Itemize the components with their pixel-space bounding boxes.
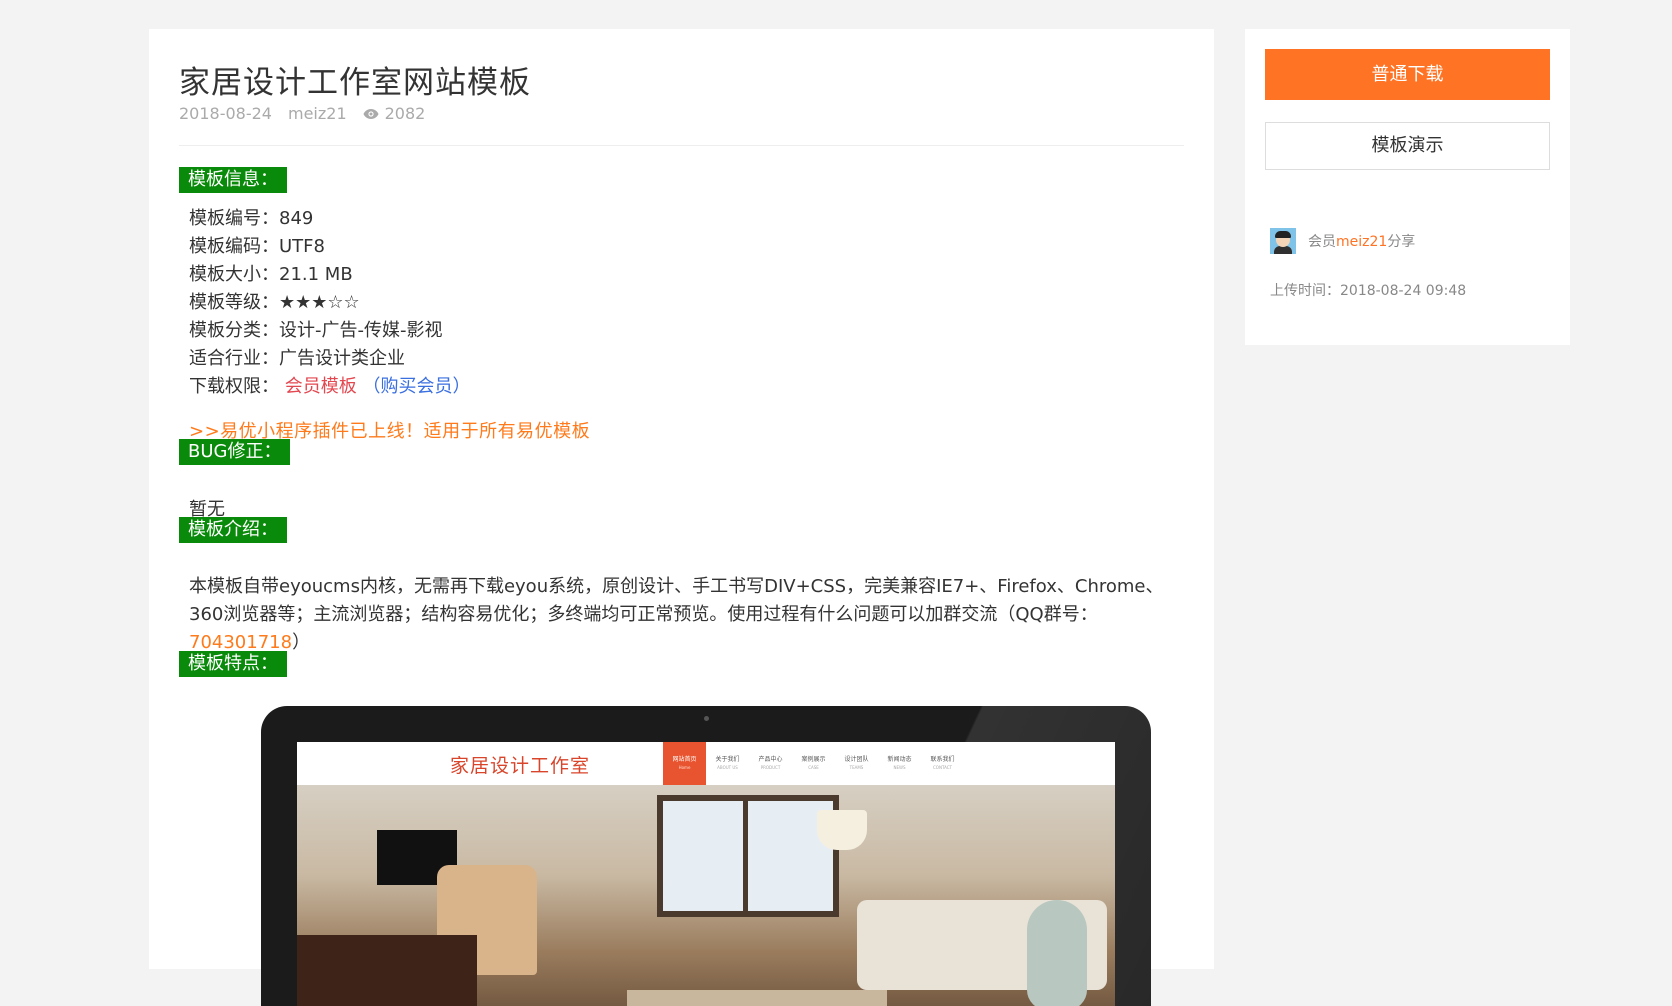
buy-open-paren: （ — [362, 376, 381, 397]
info-number: 模板编号：849 — [189, 208, 314, 229]
info-industry: 适合行业：广告设计类企业 — [189, 348, 405, 369]
upload-time: 上传时间：2018-08-24 09:48 — [1270, 283, 1467, 299]
permission-value: 会员模板 — [284, 376, 357, 397]
section-label-info: 模板信息： — [179, 167, 287, 193]
info-permission: 下载权限： 会员模板 （购买会员） — [189, 373, 470, 401]
camera-dot — [704, 716, 709, 721]
avatar[interactable] — [1270, 228, 1296, 254]
preview-nav-item: 联系我们 CONTACT — [930, 756, 955, 770]
view-count: 2082 — [363, 104, 426, 123]
divider — [179, 145, 1184, 146]
demo-button[interactable]: 模板演示 — [1265, 122, 1550, 170]
preview-site-header: 家居设计工作室 网站首页 Home 关于我们 ABOUT US 产品中心 PRODUC… — [297, 742, 1115, 785]
info-encoding: 模板编码：UTF8 — [189, 236, 325, 257]
preview-banner-photo — [297, 785, 1115, 1006]
preview-site-logo: 家居设计工作室 — [450, 755, 591, 777]
qq-group-number[interactable]: 704301718 — [189, 632, 292, 653]
info-level-label: 模板等级： — [189, 292, 279, 313]
intro-text: 本模板自带eyoucms内核，无需再下载eyou系统，原创设计、手工书写DIV+… — [189, 573, 1179, 657]
eye-icon — [363, 108, 379, 119]
template-preview-image: 家居设计工作室 网站首页 Home 关于我们 ABOUT US 产品中心 PRODUC… — [261, 706, 1151, 1006]
member-share-info: 会员meiz21分享 — [1270, 228, 1415, 254]
intro-body: 本模板自带eyoucms内核，无需再下载eyou系统，原创设计、手工书写DIV+… — [189, 576, 1164, 625]
article-panel: 家居设计工作室网站模板 2018-08-24 meiz21 2082 模板信息：… — [149, 29, 1214, 1006]
section-label-intro: 模板介绍： — [179, 517, 287, 543]
room-lamp — [817, 810, 867, 850]
publish-date: 2018-08-24 — [179, 104, 272, 123]
buy-close-paren: ） — [452, 376, 471, 397]
info-size: 模板大小：21.1 MB — [189, 264, 353, 285]
preview-site-nav: 网站首页 Home 关于我们 ABOUT US 产品中心 PRODUCT 案例展示 CA… — [663, 742, 964, 785]
preview-nav-item: 网站首页 Home — [663, 742, 706, 785]
info-category: 模板分类：设计-广告-传媒-影视 — [189, 320, 443, 341]
room-window — [657, 795, 839, 917]
info-level: 模板等级：★★★☆☆ — [189, 289, 470, 317]
view-count-value: 2082 — [384, 104, 426, 123]
preview-nav-item: 设计团队 TEAMS — [844, 756, 869, 770]
preview-nav-item: 新闻动态 NEWS — [887, 756, 912, 770]
member-name-link[interactable]: meiz21 — [1336, 234, 1387, 250]
permission-label: 下载权限： — [189, 376, 279, 397]
buy-member-link[interactable]: 购买会员 — [380, 376, 452, 397]
section-label-features: 模板特点： — [179, 651, 287, 677]
article-meta: 2018-08-24 meiz21 2082 — [179, 104, 425, 123]
rating-stars: ★★★☆☆ — [279, 292, 360, 313]
author-name[interactable]: meiz21 — [288, 104, 347, 123]
preview-screen: 家居设计工作室 网站首页 Home 关于我们 ABOUT US 产品中心 PRODUC… — [297, 742, 1115, 1006]
template-info-list: 模板编号：849 模板编码：UTF8 模板大小：21.1 MB 模板等级：★★★… — [189, 205, 470, 401]
download-sidebar: 普通下载 模板演示 会员meiz21分享 上传时间：2018-08-24 09:… — [1245, 29, 1570, 345]
download-button[interactable]: 普通下载 — [1265, 49, 1550, 100]
section-label-bug: BUG修正： — [179, 439, 291, 465]
preview-nav-item: 产品中心 PRODUCT — [758, 756, 783, 770]
intro-close: ） — [292, 632, 311, 653]
room-vase — [1027, 900, 1087, 1006]
room-cabinet — [297, 935, 477, 1006]
preview-nav-item: 案例展示 CASE — [801, 756, 826, 770]
page-title: 家居设计工作室网站模板 — [179, 65, 531, 101]
member-share-text: 会员meiz21分享 — [1308, 234, 1416, 250]
room-rug — [627, 990, 887, 1006]
preview-nav-item: 关于我们 ABOUT US — [715, 756, 740, 770]
